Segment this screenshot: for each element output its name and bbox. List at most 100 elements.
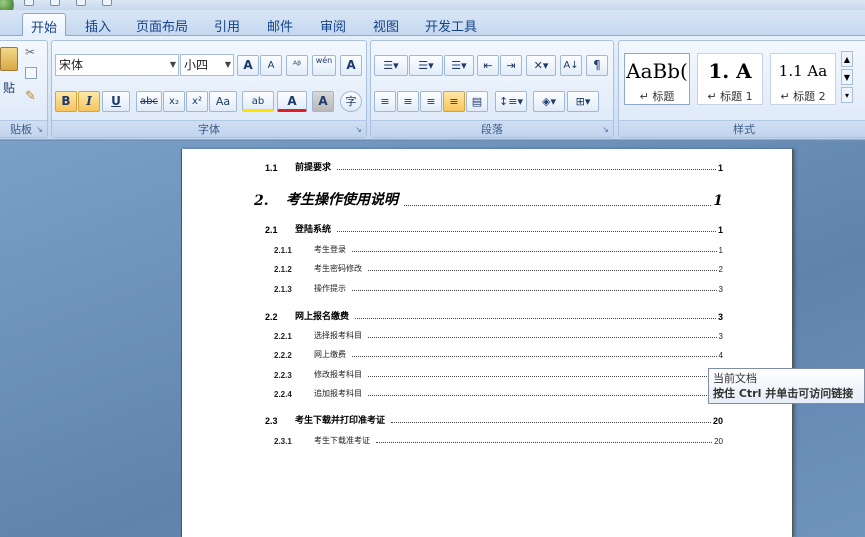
font-dialog-launcher-icon[interactable]: ↘ xyxy=(354,125,363,134)
char-border-button[interactable]: A xyxy=(340,55,362,76)
toc-entry-number: 2.2.2 xyxy=(274,351,292,360)
toc-entry-title: 考生密码修改 xyxy=(314,264,362,273)
toc-entry[interactable]: 2.2 网上报名缴费 3 xyxy=(265,309,723,322)
format-painter-icon[interactable]: ✎ xyxy=(25,89,36,104)
style-preview: AaBb( xyxy=(626,59,688,83)
enclose-char-button[interactable]: 字 xyxy=(340,91,362,112)
redo-icon[interactable] xyxy=(76,0,86,6)
toc-entry[interactable]: 2. 考生操作使用说明 1 xyxy=(254,189,723,209)
toc-entry-number: 2.2.3 xyxy=(274,371,292,380)
clear-format-button[interactable]: ᴬᵝ xyxy=(286,55,308,76)
toc-entry[interactable]: 2.2.4 追加报考科目 xyxy=(274,388,723,399)
bullets-button[interactable]: ☰▾ xyxy=(374,55,408,76)
toc-entry-number: 2.1 xyxy=(265,225,278,235)
align-center-button[interactable]: ≡ xyxy=(397,91,419,112)
tab-view[interactable]: 视图 xyxy=(362,13,410,36)
toc-entry[interactable]: 1.1 前提要求 1 xyxy=(265,160,723,173)
phonetic-guide-button[interactable]: wén xyxy=(312,55,336,76)
copy-icon[interactable] xyxy=(25,67,37,79)
subscript-button[interactable]: x₂ xyxy=(163,91,185,112)
tab-page-layout[interactable]: 页面布局 xyxy=(128,13,196,36)
hyperlink-tooltip: 当前文档 按住 Ctrl 并单击可访问链接 xyxy=(708,368,865,404)
toc-entry-title: 前提要求 xyxy=(295,162,332,172)
style-item-normal[interactable]: AaBb( ↵ 标题 xyxy=(624,53,690,105)
chevron-down-icon: ▼ xyxy=(169,60,176,69)
change-case-button[interactable]: Aa xyxy=(209,91,237,112)
tab-review[interactable]: 审阅 xyxy=(309,13,357,36)
toc-entry[interactable]: 2.1.3 操作提示 3 xyxy=(274,283,723,294)
align-left-button[interactable]: ≡ xyxy=(374,91,396,112)
clipboard-dialog-launcher-icon[interactable]: ↘ xyxy=(35,125,44,134)
tab-references[interactable]: 引用 xyxy=(203,13,251,36)
toc-entry[interactable]: 2.2.1 选择报考科目 3 xyxy=(274,330,723,341)
chinese-layout-button[interactable]: ✕▾ xyxy=(526,55,556,76)
show-marks-button[interactable]: ¶ xyxy=(586,55,608,76)
font-color-button[interactable]: A xyxy=(277,91,307,112)
toc-entry[interactable]: 2.1 登陆系统 1 xyxy=(265,222,723,235)
sort-button[interactable]: A↓ xyxy=(560,55,582,76)
cut-icon[interactable]: ✂ xyxy=(25,45,35,59)
align-right-button[interactable]: ≡ xyxy=(420,91,442,112)
paragraph-group-label: 段落 xyxy=(371,120,613,137)
tab-insert[interactable]: 插入 xyxy=(76,13,120,36)
tooltip-hint: 按住 Ctrl 并单击可访问链接 xyxy=(713,386,860,401)
toc-leader-dots xyxy=(391,422,711,423)
shrink-font-button[interactable]: A xyxy=(260,55,282,76)
strikethrough-button[interactable]: abc xyxy=(136,91,162,112)
toc-entry[interactable]: 2.3.1 考生下载准考证 20 xyxy=(274,435,723,446)
underline-button[interactable]: U xyxy=(102,91,130,112)
line-spacing-button[interactable]: ↕≡▾ xyxy=(495,91,527,112)
toc-leader-dots xyxy=(368,376,721,377)
toc-entry-title: 考生下载并打印准考证 xyxy=(295,415,386,425)
grow-font-button[interactable]: A xyxy=(237,55,259,76)
toc-entry-number: 2.2.4 xyxy=(274,390,292,399)
save-icon[interactable] xyxy=(24,0,34,6)
multilevel-list-button[interactable]: ☰▾ xyxy=(444,55,474,76)
bold-button[interactable]: B xyxy=(55,91,77,112)
toc-entry[interactable]: 2.2.2 网上缴费 4 xyxy=(274,349,723,360)
paragraph-dialog-launcher-icon[interactable]: ↘ xyxy=(601,125,610,134)
decrease-indent-button[interactable]: ⇤ xyxy=(477,55,499,76)
styles-more-icon[interactable]: ▾ xyxy=(841,87,853,103)
numbering-button[interactable]: ☰▾ xyxy=(409,55,443,76)
customize-icon[interactable] xyxy=(102,0,112,6)
toc-entry-number: 2.1.3 xyxy=(274,285,292,294)
tab-mailings[interactable]: 邮件 xyxy=(256,13,304,36)
distributed-button[interactable]: ▤ xyxy=(466,91,488,112)
toc-leader-dots xyxy=(352,251,717,252)
style-item-heading-2[interactable]: 1.1 Aa ↵ 标题 2 xyxy=(770,53,836,105)
tooltip-hint-prefix: 按住 xyxy=(713,387,739,400)
highlight-button[interactable]: ab xyxy=(242,91,274,112)
toc-entry[interactable]: 2.1.1 考生登录 1 xyxy=(274,244,723,255)
document-page[interactable]: 1.1 前提要求 1 2. 考生操作使用说明 1 2.1 登陆系统 1 2.1.1 考生登录 1 2.1… xyxy=(181,149,793,537)
font-family-select[interactable]: 宋体 ▼ xyxy=(55,54,179,76)
toc-entry[interactable]: 2.2.3 修改报考科目 xyxy=(274,369,723,380)
increase-indent-button[interactable]: ⇥ xyxy=(500,55,522,76)
toc-entry-title: 考生登录 xyxy=(314,245,346,254)
font-size-select[interactable]: 小四 ▼ xyxy=(180,54,234,76)
justify-button[interactable]: ≡ xyxy=(443,91,465,112)
style-name: ↵ 标题 xyxy=(639,90,675,103)
toc-entry[interactable]: 2.1.2 考生密码修改 2 xyxy=(274,263,723,274)
styles-scroll-up-icon[interactable]: ▲ xyxy=(841,51,853,67)
style-name-text: 标题 xyxy=(652,90,675,103)
toc-entry-page: 1 xyxy=(717,225,723,235)
style-item-heading-1[interactable]: 1. A ↵ 标题 1 xyxy=(697,53,763,105)
shading-button[interactable]: ◈▾ xyxy=(533,91,565,112)
tab-developer[interactable]: 开发工具 xyxy=(417,13,485,36)
font-group-label: 字体 xyxy=(52,120,366,137)
chevron-down-icon: ▼ xyxy=(224,60,231,69)
italic-button[interactable]: I xyxy=(78,91,100,112)
char-shading-button[interactable]: A xyxy=(312,91,334,112)
toc-entry[interactable]: 2.3 考生下载并打印准考证 20 xyxy=(265,413,723,426)
borders-button[interactable]: ⊞▾ xyxy=(567,91,599,112)
styles-scroll-down-icon[interactable]: ▼ xyxy=(841,69,853,85)
paste-button[interactable]: 贴 xyxy=(0,47,19,103)
tab-home[interactable]: 开始 xyxy=(22,13,66,37)
style-name: ↵ 标题 1 xyxy=(707,90,753,103)
toc-entry-title: 考生操作使用说明 xyxy=(286,192,398,208)
toc-leader-dots xyxy=(368,270,717,271)
superscript-button[interactable]: x² xyxy=(186,91,208,112)
toc-leader-dots xyxy=(376,442,713,443)
undo-icon[interactable] xyxy=(50,0,60,6)
